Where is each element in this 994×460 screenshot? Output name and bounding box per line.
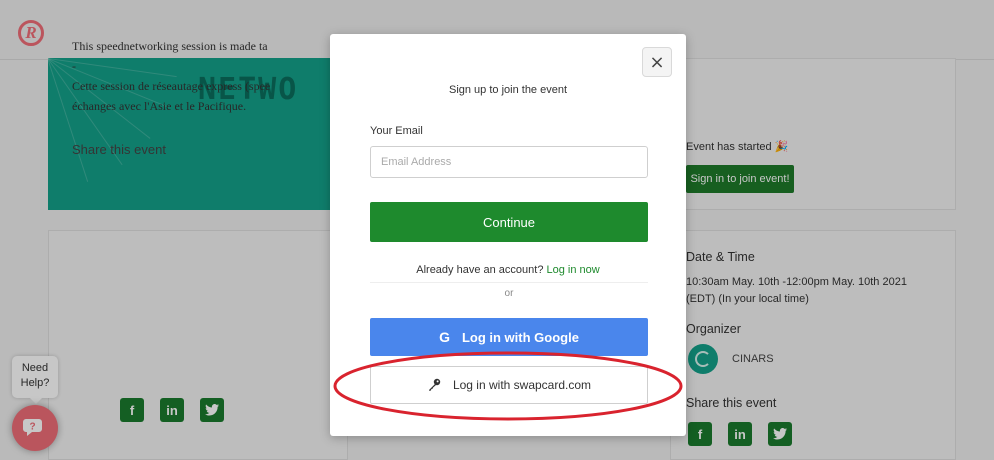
email-label: Your Email bbox=[370, 125, 423, 137]
account-prompt: Already have an account? Log in now bbox=[330, 264, 686, 276]
modal-title: Sign up to join the event bbox=[448, 84, 568, 96]
close-icon[interactable]: × bbox=[642, 47, 672, 77]
signup-modal: × Sign up to join the event Your Email C… bbox=[330, 34, 686, 436]
google-login-button[interactable]: G Log in with Google bbox=[370, 318, 648, 356]
key-icon bbox=[428, 378, 441, 391]
log-in-now-link[interactable]: Log in now bbox=[547, 264, 600, 276]
google-icon: G bbox=[439, 329, 450, 345]
or-separator: or bbox=[370, 282, 648, 299]
swapcard-login-label: Log in with swapcard.com bbox=[452, 378, 592, 392]
continue-button[interactable]: Continue bbox=[370, 202, 648, 242]
email-field[interactable] bbox=[370, 146, 648, 178]
account-prompt-text: Already have an account? bbox=[416, 264, 544, 276]
swapcard-login-button[interactable]: Log in with swapcard.com bbox=[370, 366, 648, 404]
google-login-label: Log in with Google bbox=[461, 329, 579, 345]
